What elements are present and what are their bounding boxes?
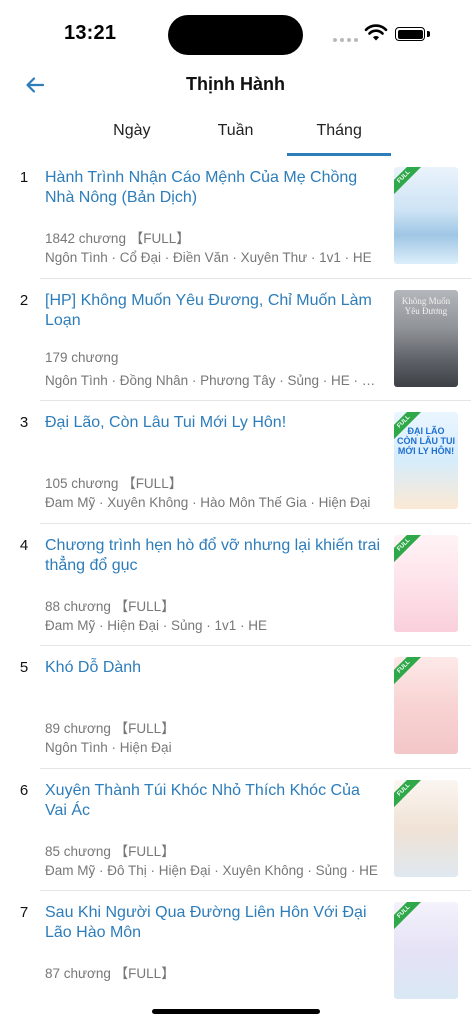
period-tabs: Ngày Tuần Tháng — [80, 112, 391, 156]
story-list: 1 Hành Trình Nhận Cáo Mệnh Của Mẹ Chồng … — [0, 156, 471, 1014]
story-rank: 1 — [19, 169, 29, 186]
story-title[interactable]: Sau Khi Người Qua Đường Liên Hôn Với Đại… — [45, 903, 383, 943]
story-chapter-count: 88 chương 【FULL】 — [45, 598, 175, 614]
story-tags: Đam Mỹ · Hiện Đại · Sủng · 1v1 · HE — [45, 617, 268, 633]
story-rank: 2 — [19, 291, 29, 309]
cover-title-text: Không Muốn Yêu Đương — [401, 295, 451, 316]
story-cover-image[interactable]: FULL — [394, 534, 458, 632]
story-title[interactable]: Chương trình hẹn hò đổ vỡ nhưng lại khiế… — [45, 536, 383, 576]
story-chapter-count: 179 chương — [45, 349, 119, 365]
nav-header: Thịnh Hành — [0, 64, 471, 106]
story-cover-image[interactable]: Không Muốn Yêu Đương — [394, 289, 458, 387]
story-row[interactable]: 2 [HP] Không Muốn Yêu Đương, Chỉ Muốn Là… — [20, 279, 471, 401]
story-title[interactable]: Khó Dỗ Dành — [45, 658, 383, 678]
story-tags: Ngôn Tình · Hiện Đại — [45, 740, 172, 755]
story-row[interactable]: 1 Hành Trình Nhận Cáo Mệnh Của Mẹ Chồng … — [20, 156, 471, 279]
story-cover-image[interactable]: FULL — [394, 167, 458, 264]
story-cover-image[interactable]: ĐẠI LÃO CÒN LÂU TUI MỚI LY HÔN! FULL — [394, 412, 458, 509]
full-badge: FULL — [394, 779, 424, 809]
story-title[interactable]: Đại Lão, Còn Lâu Tui Mới Ly Hôn! — [45, 413, 383, 433]
story-chapter-count: 87 chương 【FULL】 — [45, 966, 175, 981]
story-rank: 6 — [19, 781, 29, 799]
full-badge: FULL — [394, 167, 424, 197]
story-chapter-count: 1842 chương 【FULL】 — [45, 231, 190, 246]
story-rank: 4 — [19, 536, 29, 554]
story-tags: Đam Mỹ · Xuyên Không · Hào Môn Thế Gia ·… — [45, 495, 371, 510]
cover-title-text: ĐẠI LÃO CÒN LÂU TUI MỚI LY HÔN! — [397, 426, 455, 456]
story-rank: 3 — [19, 414, 29, 431]
story-tags: Ngôn Tình · Cổ Đại · Điền Văn · Xuyên Th… — [45, 250, 372, 265]
cellular-signal-icon — [333, 38, 358, 42]
story-row[interactable]: 7 Sau Khi Người Qua Đường Liên Hôn Với Đ… — [20, 891, 471, 1014]
story-title[interactable]: [HP] Không Muốn Yêu Đương, Chỉ Muốn Làm … — [45, 291, 383, 331]
story-row[interactable]: 4 Chương trình hẹn hò đổ vỡ nhưng lại kh… — [20, 524, 471, 646]
story-chapter-count: 89 chương 【FULL】 — [45, 721, 175, 736]
story-rank: 5 — [19, 659, 29, 676]
wifi-icon — [364, 24, 388, 41]
tab-day[interactable]: Ngày — [80, 112, 184, 156]
story-tags: Ngôn Tình · Đồng Nhân · Phương Tây · Sủn… — [45, 372, 381, 388]
dynamic-island — [168, 15, 303, 55]
story-chapter-count: 105 chương 【FULL】 — [45, 476, 183, 491]
story-chapter-count: 85 chương 【FULL】 — [45, 843, 175, 859]
status-time: 13:21 — [64, 22, 117, 44]
story-row[interactable]: 5 Khó Dỗ Dành 89 chương 【FULL】 Ngôn Tình… — [20, 646, 471, 769]
full-badge: FULL — [394, 902, 424, 932]
full-badge: FULL — [394, 534, 424, 564]
battery-cap — [427, 31, 430, 37]
story-tags: Đam Mỹ · Đô Thị · Hiện Đại · Xuyên Không… — [45, 862, 378, 878]
story-cover-image[interactable]: FULL — [394, 902, 458, 999]
page-title: Thịnh Hành — [186, 74, 285, 94]
story-title[interactable]: Hành Trình Nhận Cáo Mệnh Của Mẹ Chồng Nh… — [45, 168, 383, 208]
tab-month[interactable]: Tháng — [287, 112, 391, 156]
story-rank: 7 — [19, 904, 29, 921]
status-bar: 13:21 — [0, 0, 471, 64]
home-indicator — [152, 1009, 320, 1014]
story-cover-image[interactable]: FULL — [394, 657, 458, 754]
full-badge: FULL — [394, 657, 424, 687]
tab-week[interactable]: Tuần — [184, 112, 288, 156]
story-title[interactable]: Xuyên Thành Túi Khóc Nhỏ Thích Khóc Của … — [45, 781, 383, 821]
battery-icon — [395, 27, 425, 41]
story-row[interactable]: 6 Xuyên Thành Túi Khóc Nhỏ Thích Khóc Củ… — [20, 769, 471, 891]
story-cover-image[interactable]: FULL — [394, 779, 458, 877]
story-row[interactable]: 3 Đại Lão, Còn Lâu Tui Mới Ly Hôn! 105 c… — [20, 401, 471, 524]
